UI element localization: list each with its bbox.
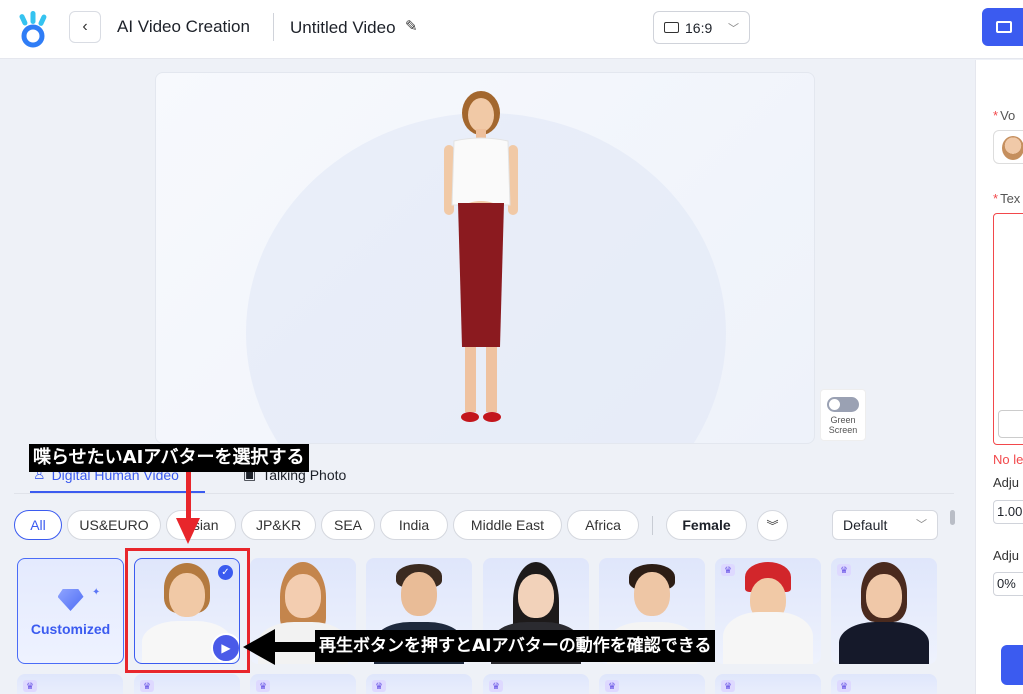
avatar-card[interactable]: ♛ [17, 674, 123, 694]
filter-chip-africa[interactable]: Africa [567, 510, 639, 540]
annotation-arrow-left-head [243, 629, 275, 665]
sort-value: Default [843, 517, 888, 533]
title-divider [273, 13, 274, 41]
crown-icon: ♛ [372, 680, 386, 692]
aspect-ratio-value: 16:9 [685, 19, 713, 36]
avatar-face [634, 572, 670, 616]
filter-chip-sea[interactable]: SEA [321, 510, 375, 540]
crown-icon: ♛ [489, 680, 503, 692]
text-label: * Tex [993, 191, 1021, 206]
error-message: No le [993, 452, 1023, 467]
selection-highlight-box [125, 548, 250, 673]
customized-avatar-button[interactable]: ✦ Customized [17, 558, 124, 664]
record-button[interactable] [982, 8, 1023, 46]
pencil-icon[interactable]: ✎ [405, 17, 418, 35]
avatar-card[interactable]: ♛ [599, 674, 705, 694]
filter-chip-us-euro[interactable]: US&EURO [67, 510, 161, 540]
avatar-body [839, 622, 929, 664]
avatar-card[interactable]: ♛ [483, 674, 589, 694]
tabs-divider [14, 493, 954, 494]
avatar-card[interactable]: ♛ [831, 674, 937, 694]
pitch-input[interactable]: 0% [993, 572, 1023, 596]
crown-icon: ♛ [721, 680, 735, 692]
avatar-face [866, 574, 902, 618]
green-screen-label-2: Screen [828, 425, 858, 435]
right-settings-panel: * Vo * Tex No le Adju 1.00 Adju 0% [975, 60, 1023, 694]
crown-icon: ♛ [605, 680, 619, 692]
video-title[interactable]: Untitled Video [290, 18, 396, 38]
aspect-ratio-select[interactable]: 16:9 ﹀ [653, 11, 750, 44]
avatar-face [401, 572, 437, 616]
chevron-down-icon: ﹀ [916, 519, 927, 531]
script-textarea[interactable] [993, 213, 1023, 445]
back-button[interactable]: ‹ [69, 11, 101, 43]
annotation-arrow-down [186, 468, 191, 520]
avatar-figure [444, 91, 518, 422]
app-title: AI Video Creation [117, 17, 250, 36]
green-screen-toggle[interactable]: Green Screen [820, 389, 866, 441]
crown-icon: ♛ [721, 564, 735, 576]
video-camera-icon [996, 21, 1012, 33]
double-chevron-down-icon[interactable]: ︾ [757, 510, 788, 541]
avatar-card[interactable]: ♛ [134, 674, 240, 694]
avatar-face [518, 574, 554, 618]
filter-divider [652, 516, 653, 535]
sparkle-icon: ✦ [92, 587, 101, 598]
avatar-card[interactable]: ♛ [366, 674, 472, 694]
chevron-left-icon: ‹ [82, 18, 88, 35]
annotation-play-preview: 再生ボタンを押すとAIアバターの動作を確認できる [315, 630, 716, 662]
annotation-arrow-left [272, 642, 317, 652]
adjust-speed-label: Adju [993, 475, 1020, 490]
scrollbar-thumb[interactable] [950, 510, 955, 525]
filter-chip-all[interactable]: All [14, 510, 62, 540]
top-bar: ‹ AI Video Creation Untitled Video ✎ 16:… [0, 0, 1023, 59]
video-preview [155, 72, 815, 444]
adjust-pitch-label: Adju [993, 548, 1020, 563]
avatar-face [285, 574, 321, 618]
filter-chip-jp-kr[interactable]: JP&KR [241, 510, 316, 540]
crown-icon: ♛ [256, 680, 270, 692]
green-screen-label: Green [830, 415, 856, 425]
customized-label: Customized [30, 621, 111, 637]
sort-select[interactable]: Default ﹀ [832, 510, 938, 540]
avatar-card[interactable]: ♛ [715, 674, 821, 694]
avatar-card[interactable]: ♛ [831, 558, 937, 664]
crown-icon: ♛ [140, 680, 154, 692]
toggle-switch[interactable] [827, 397, 859, 412]
speed-input[interactable]: 1.00 [993, 500, 1023, 524]
toggle-knob [829, 399, 840, 410]
avatar-card[interactable]: ♛ [250, 674, 356, 694]
filter-chip-middle-east[interactable]: Middle East [453, 510, 562, 540]
generate-button[interactable] [1001, 645, 1023, 685]
annotation-select-avatar: 喋らせたいAIアバターを選択する [29, 444, 309, 472]
avatar-card[interactable]: ♛ [715, 558, 821, 664]
diamond-icon [57, 589, 84, 611]
avatar-beard [723, 612, 813, 664]
crown-icon: ♛ [837, 564, 851, 576]
crown-icon: ♛ [837, 680, 851, 692]
app-logo[interactable] [16, 8, 50, 48]
gender-filter-chip[interactable]: Female [666, 510, 747, 540]
chevron-down-icon: ﹀ [728, 23, 739, 35]
crown-icon: ♛ [23, 680, 37, 692]
voice-label: * Vo [993, 108, 1016, 123]
voice-avatar-face [1002, 136, 1023, 160]
voice-avatar[interactable] [993, 130, 1023, 164]
annotation-arrow-down-head [176, 518, 200, 544]
history-icon[interactable] [998, 410, 1023, 438]
filter-chip-india[interactable]: India [380, 510, 448, 540]
screen-icon [664, 22, 679, 33]
